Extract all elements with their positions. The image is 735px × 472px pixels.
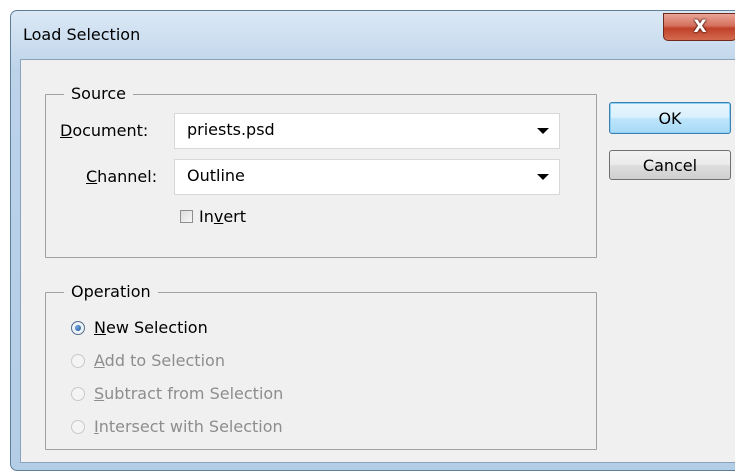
- cancel-button[interactable]: Cancel: [609, 150, 731, 180]
- source-legend: Source: [64, 83, 133, 105]
- new-selection-label: New Selection: [94, 318, 208, 337]
- dialog-title: Load Selection: [23, 25, 141, 44]
- chevron-down-icon: [537, 174, 549, 180]
- radio-icon[interactable]: [71, 320, 85, 335]
- add-to-selection-label: Add to Selection: [94, 351, 225, 370]
- document-label: Document:: [60, 121, 149, 140]
- title-bar: Load Selection X: [11, 11, 735, 59]
- invert-checkbox-row[interactable]: Invert: [180, 207, 246, 226]
- document-value: priests.psd: [187, 120, 275, 139]
- document-dropdown[interactable]: priests.psd: [174, 113, 560, 149]
- dialog-body: Source Document: priests.psd Channel: Ou…: [20, 59, 735, 463]
- invert-label: Invert: [199, 207, 247, 226]
- load-selection-dialog: Load Selection X Source Document: priest…: [10, 10, 735, 471]
- intersect-with-selection-label: Intersect with Selection: [94, 417, 283, 436]
- checkbox-icon[interactable]: [180, 210, 193, 223]
- operation-legend: Operation: [64, 281, 158, 303]
- chevron-down-icon: [537, 128, 549, 134]
- radio-intersect-with-selection[interactable]: Intersect with Selection: [71, 417, 283, 436]
- radio-icon[interactable]: [71, 386, 85, 401]
- channel-label: Channel:: [86, 167, 158, 186]
- subtract-from-selection-label: Subtract from Selection: [94, 384, 284, 403]
- radio-icon[interactable]: [71, 419, 85, 434]
- radio-icon[interactable]: [71, 353, 85, 368]
- ok-button[interactable]: OK: [609, 102, 731, 134]
- channel-value: Outline: [187, 166, 245, 185]
- close-icon: X: [693, 17, 707, 37]
- radio-new-selection[interactable]: New Selection: [71, 318, 208, 337]
- close-button[interactable]: X: [663, 13, 735, 41]
- radio-subtract-from-selection[interactable]: Subtract from Selection: [71, 384, 283, 403]
- source-group: Source Document: priests.psd Channel: Ou…: [45, 83, 597, 258]
- channel-dropdown[interactable]: Outline: [174, 159, 560, 195]
- radio-add-to-selection[interactable]: Add to Selection: [71, 351, 225, 370]
